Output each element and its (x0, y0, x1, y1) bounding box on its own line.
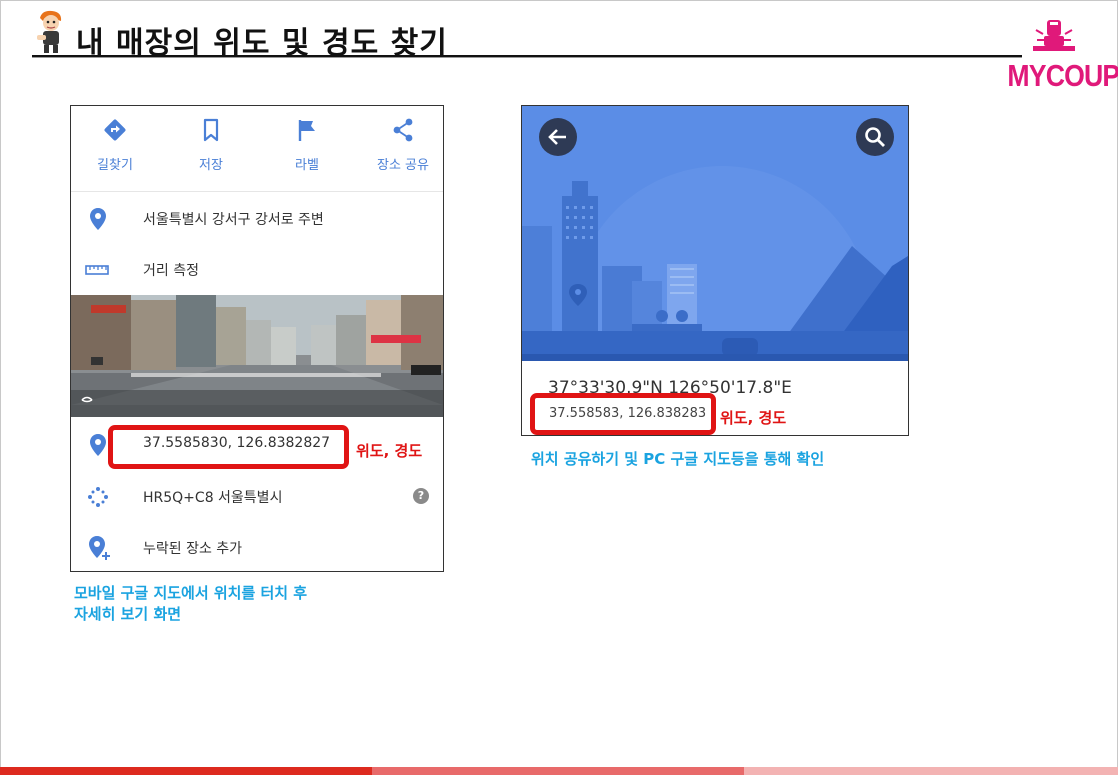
search-button[interactable] (856, 118, 894, 156)
add-missing-place-text: 누락된 장소 추가 (143, 541, 243, 557)
measure-distance-row[interactable]: 거리 측정 (71, 245, 443, 295)
save-button[interactable]: 저장 (171, 116, 251, 173)
ruler-icon (85, 265, 109, 275)
action-bar: 길찾기 저장 라벨 장소 공유 (71, 106, 443, 192)
left-caption-line1: 모바일 구글 지도에서 위치를 터치 후 (74, 584, 308, 602)
directions-icon (104, 119, 126, 141)
title-underline (32, 55, 1022, 58)
share-icon (393, 118, 413, 142)
add-missing-place-row[interactable]: 누락된 장소 추가 (71, 523, 443, 571)
street-view-thumbnail[interactable] (71, 295, 443, 417)
bottom-bar-segment-3 (744, 767, 1118, 775)
plus-code-row[interactable]: HR5Q+C8 서울특별시 ? (71, 472, 443, 522)
directions-label: 길찾기 (97, 158, 133, 173)
rotate-360-icon[interactable] (79, 391, 95, 407)
measure-distance-text: 거리 측정 (143, 263, 199, 279)
label-label: 라벨 (295, 158, 319, 173)
add-place-icon (89, 536, 110, 560)
city-illustration (522, 106, 908, 361)
lat-lng-label-left: 위도, 경도 (356, 442, 423, 460)
share-place-button[interactable]: 장소 공유 (363, 116, 443, 173)
bottom-bar-segment-1 (0, 767, 372, 775)
mobile-map-detail-panel: 길찾기 저장 라벨 장소 공유 서울특별시 강서구 강서로 주변 거리 측정 3… (70, 105, 444, 572)
plus-code-text: HR5Q+C8 서울특별시 (143, 490, 283, 506)
search-icon (865, 127, 885, 147)
share-place-label: 장소 공유 (377, 158, 429, 173)
mascot-icon (37, 10, 62, 53)
save-label: 저장 (199, 158, 223, 173)
location-share-panel: 37°33'30.9"N 126°50'17.8"E 37.558583, 12… (521, 105, 909, 436)
address-row[interactable]: 서울특별시 강서구 강서로 주변 (71, 194, 443, 244)
mycoup-logo: MYCOUP (1000, 16, 1118, 93)
logo-emblem-icon (1033, 20, 1075, 51)
bottom-bar-segment-2 (372, 767, 744, 775)
location-pin-icon (90, 208, 106, 230)
help-icon[interactable]: ? (413, 488, 429, 504)
label-button[interactable]: 라벨 (267, 116, 347, 173)
logo-text: MYCOUP (1007, 58, 1118, 93)
arrow-left-icon (548, 129, 566, 145)
bookmark-icon (203, 118, 219, 142)
decimal-highlight-box (530, 393, 716, 435)
flag-icon (298, 120, 315, 141)
lat-lng-label-right: 위도, 경도 (720, 409, 787, 427)
directions-button[interactable]: 길찾기 (75, 116, 155, 173)
back-button[interactable] (539, 118, 577, 156)
right-caption: 위치 공유하기 및 PC 구글 지도등을 통해 확인 (531, 450, 825, 468)
address-text: 서울특별시 강서구 강서로 주변 (143, 212, 324, 228)
coordinates-highlight-box (108, 425, 349, 469)
plus-code-icon (88, 487, 108, 507)
left-caption-line2: 자세히 보기 화면 (74, 605, 182, 623)
